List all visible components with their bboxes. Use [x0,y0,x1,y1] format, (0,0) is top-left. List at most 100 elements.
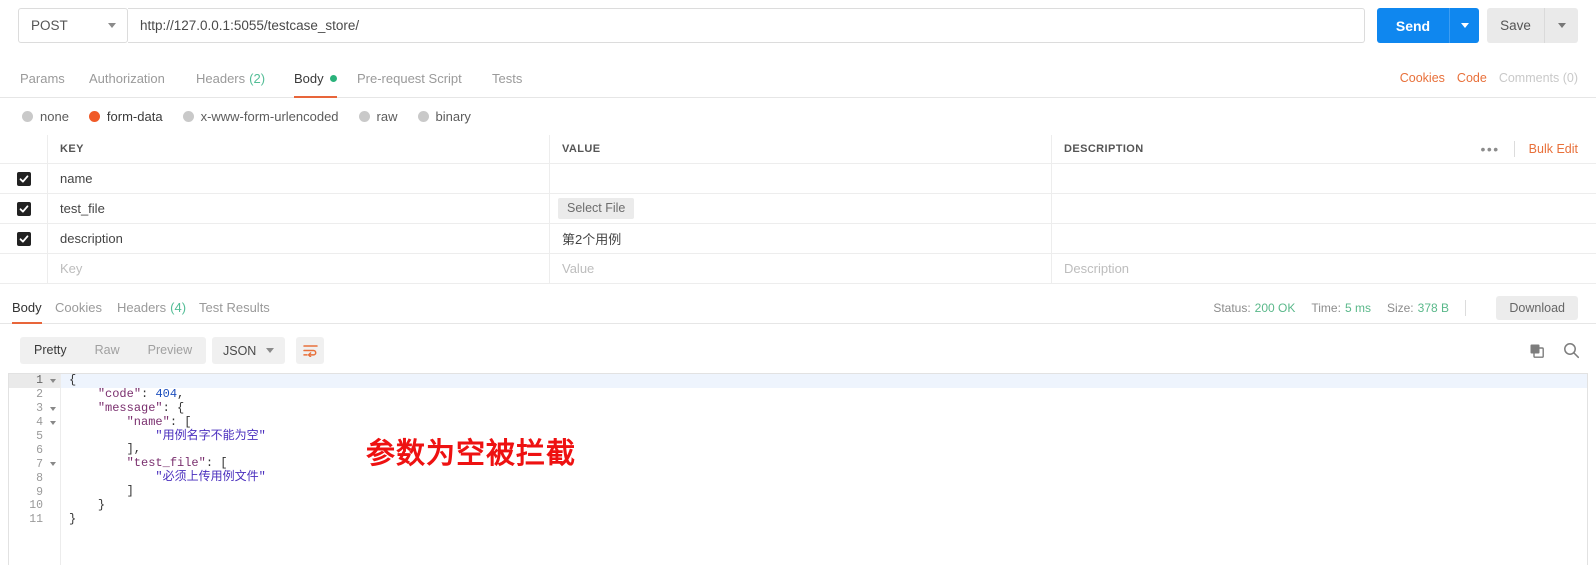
table-row: name [0,164,1596,194]
view-mode-preview[interactable]: Preview [134,337,206,364]
send-button[interactable]: Send [1377,8,1449,43]
radio-icon [88,111,100,122]
response-toolbar: Pretty Raw Preview JSON [0,330,1596,372]
comments-link[interactable]: Comments (0) [1499,71,1578,85]
search-icon[interactable] [1563,342,1580,359]
radio-label: raw [376,109,398,124]
fold-toggle-icon[interactable] [50,378,56,383]
radio-icon [22,111,33,122]
cookies-link[interactable]: Cookies [1400,71,1445,85]
code-line: "用例名字不能为空" [61,428,1587,444]
tab-tests[interactable]: Tests [492,58,522,98]
save-button[interactable]: Save [1487,8,1544,43]
time-badge: Time: 5 ms [1311,300,1371,315]
response-body-viewer[interactable]: 1 2 3 4 5 6 7 8 9 10 11 { "code": 404, "message": … [8,373,1588,565]
tab-label: Test Results [199,300,270,315]
code-token: : [ [205,456,228,471]
code-token: : [ [169,414,192,429]
request-url-bar: POST http://127.0.0.1:5055/testcase_stor… [0,0,1596,52]
response-tab-cookies[interactable]: Cookies [55,291,102,324]
table-row: description 第2个用例 [0,224,1596,254]
line-number: 11 [29,513,43,527]
save-options-button[interactable] [1544,8,1578,43]
code-token: : [141,386,156,401]
response-tab-headers[interactable]: Headers (4) [117,291,186,324]
response-tab-body[interactable]: Body [12,291,42,324]
line-number: 9 [36,485,43,499]
http-method-label: POST [31,18,68,33]
chevron-down-icon [266,348,275,353]
fold-toggle-icon[interactable] [50,462,56,467]
tab-label: Cookies [55,300,102,315]
response-tab-test-results[interactable]: Test Results [199,291,270,324]
word-wrap-icon[interactable] [296,337,324,364]
body-type-binary[interactable]: binary [417,109,471,124]
code-line: "test_file": [ [61,456,1587,471]
url-input[interactable]: http://127.0.0.1:5055/testcase_store/ [128,8,1365,43]
radio-label: x-www-form-urlencoded [200,109,339,124]
column-header-value: VALUE [562,143,601,155]
row-checkbox[interactable] [16,171,31,186]
download-button[interactable]: Download [1496,296,1578,320]
line-number: 8 [36,471,43,485]
radio-label: none [40,109,69,124]
tab-authorization[interactable]: Authorization [89,58,165,98]
fold-toggle-icon[interactable] [50,406,56,411]
new-row-key-input[interactable]: Key [60,261,82,276]
code-token: } [69,511,77,526]
request-utility-links: Cookies Code Comments (0) [1400,58,1578,98]
code-line: "message": { [61,401,1587,416]
copy-icon[interactable] [1529,343,1545,359]
tab-label: Pre-request Script [357,70,462,86]
format-label: JSON [223,343,257,358]
response-format-select[interactable]: JSON [212,337,286,364]
radio-label: binary [435,109,471,124]
code-line: } [61,511,1587,527]
more-options-icon[interactable]: ••• [1466,142,1513,156]
line-number: 7 [9,457,60,471]
status-value: 200 OK [1254,300,1296,315]
row-value[interactable]: 第2个用例 [562,229,621,248]
row-key[interactable]: description [60,231,123,246]
code-token: ], [126,442,142,457]
tab-label: Tests [492,70,523,86]
code-line: ] [61,484,1587,499]
line-number: 2 [36,388,43,402]
status-badge: Status: 200 OK [1213,300,1296,315]
body-type-raw[interactable]: raw [358,109,398,124]
fold-toggle-icon[interactable] [50,420,56,425]
bulk-edit-link[interactable]: Bulk Edit [1515,142,1578,156]
view-mode-pretty[interactable]: Pretty [20,337,81,364]
size-badge: Size: 378 B [1386,300,1449,315]
row-checkbox[interactable] [16,201,31,216]
tab-pre-request-script[interactable]: Pre-request Script [357,58,462,98]
tab-headers[interactable]: Headers (2) [196,58,265,98]
row-checkbox[interactable] [16,231,31,246]
code-token: 404 [155,386,178,401]
row-key[interactable]: name [60,171,93,186]
body-type-x-www-form-urlencoded[interactable]: x-www-form-urlencoded [182,109,339,124]
response-code[interactable]: { "code": 404, "message": { "name": [ "用… [61,374,1587,565]
send-options-button[interactable] [1449,8,1479,43]
postman-window: POST http://127.0.0.1:5055/testcase_stor… [0,0,1596,568]
line-number: 6 [36,443,43,457]
code-token: { [69,373,77,387]
http-method-select[interactable]: POST [18,8,128,43]
code-line: "必须上传用例文件" [61,470,1587,485]
view-mode-raw[interactable]: Raw [81,337,134,364]
row-key[interactable]: test_file [60,201,105,216]
code-token: "code" [97,386,142,401]
new-row-value-input[interactable]: Value [562,261,594,276]
body-type-none[interactable]: none [22,109,69,124]
code-token: "用例名字不能为空" [155,428,266,443]
header-checkbox-cell [0,135,48,163]
body-type-form-data[interactable]: form-data [88,109,163,124]
code-token: "name" [126,414,170,429]
code-link[interactable]: Code [1457,71,1487,85]
tab-params[interactable]: Params [20,58,65,98]
radio-icon [417,111,429,122]
new-row-description-input[interactable]: Description [1064,261,1129,276]
tab-body[interactable]: Body [294,58,337,98]
body-type-radio-group: none form-data x-www-form-urlencoded raw… [0,99,1596,134]
select-file-button[interactable]: Select File [558,198,635,219]
